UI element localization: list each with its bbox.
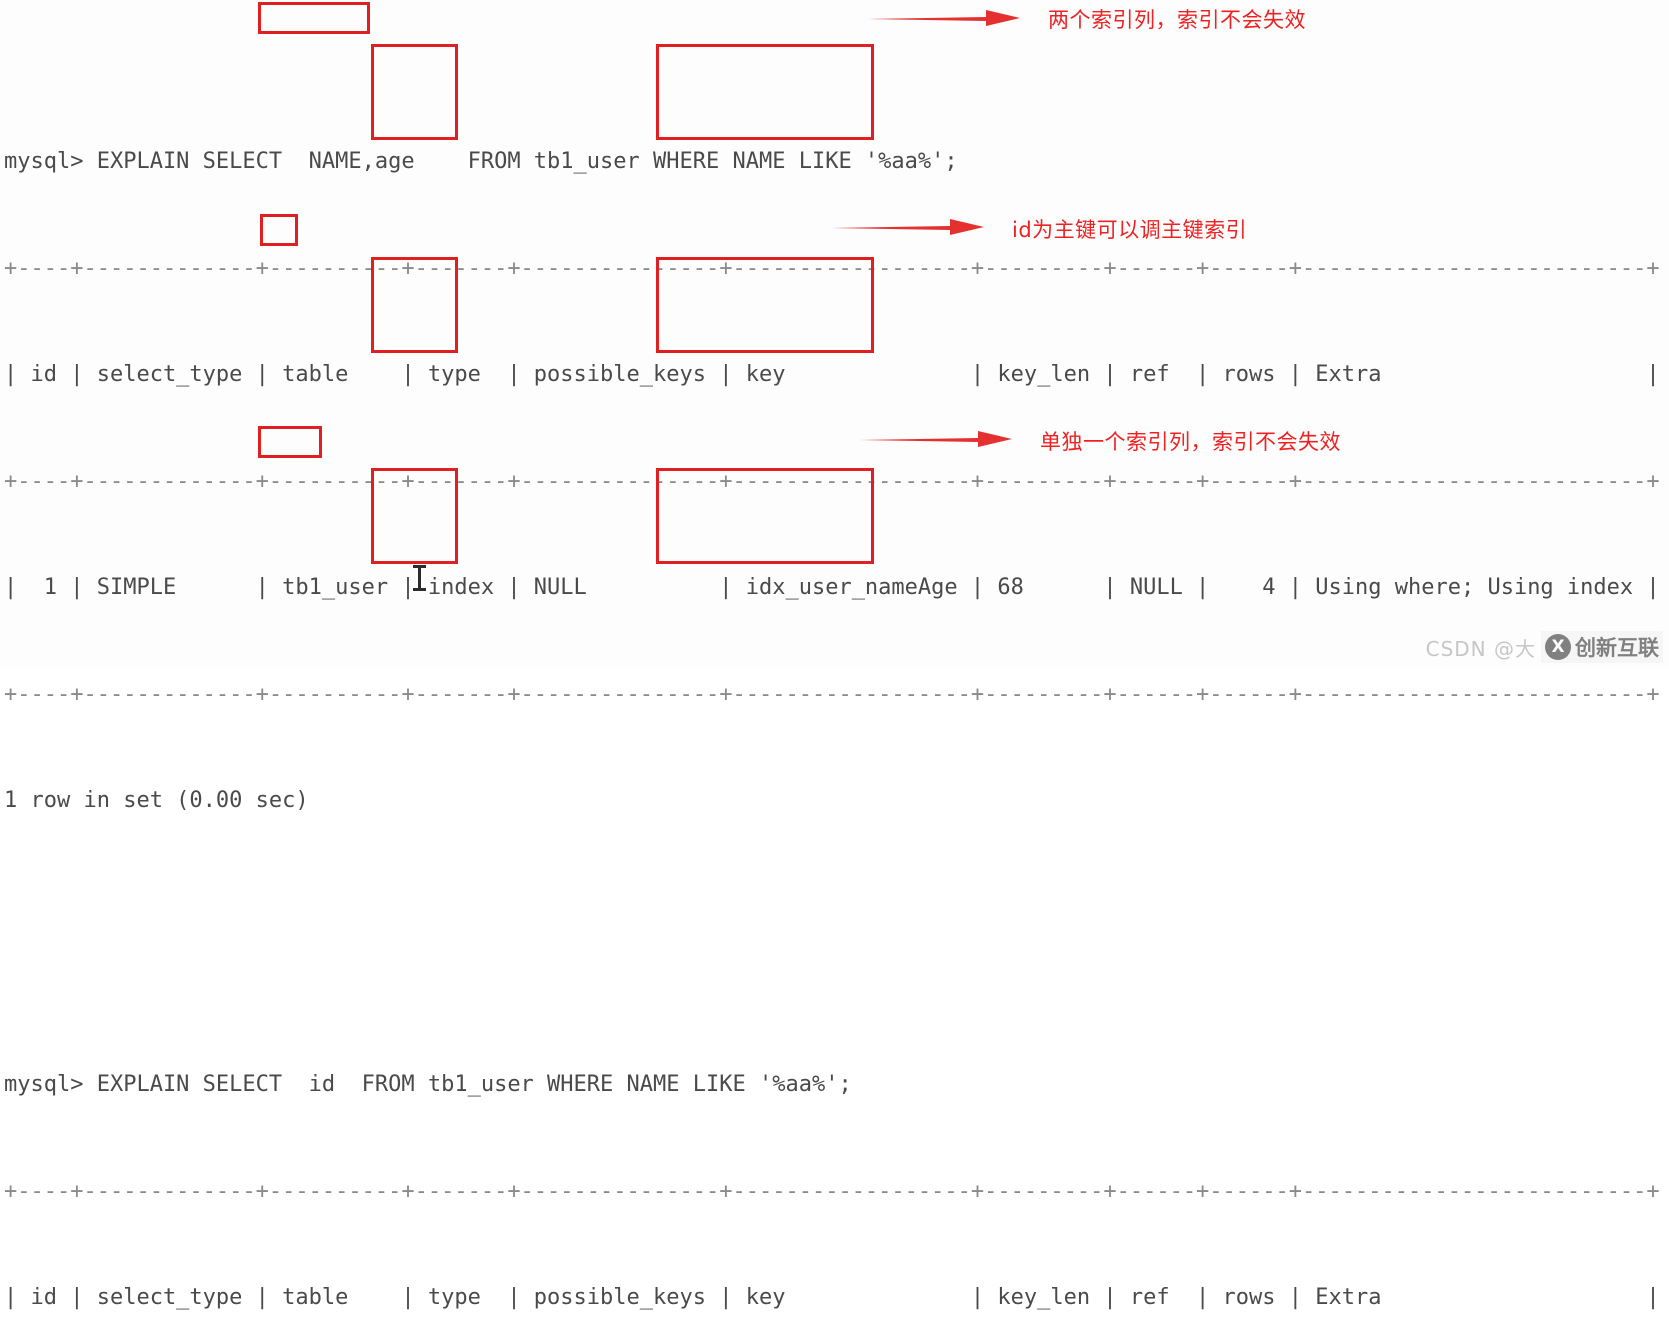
table-separator-bottom-1: +----+-------------+----------+-------+-…	[4, 681, 1660, 707]
table-separator-top-2: +----+-------------+----------+-------+-…	[4, 1178, 1660, 1204]
result-footer-1: 1 row in set (0.00 sec)	[4, 788, 309, 813]
terminal-output: mysql> EXPLAIN SELECT NAME,age FROM tb1_…	[4, 2, 1660, 1334]
table-separator-top-1: +----+-------------+----------+-------+-…	[4, 255, 1660, 281]
brand-watermark-text: 创新互联	[1575, 636, 1659, 660]
text-cursor	[413, 565, 426, 591]
table-separator-mid-1: +----+-------------+----------+-------+-…	[4, 468, 1660, 494]
brand-logo-icon: X	[1545, 634, 1571, 660]
watermark: CSDN @大 X 创新互联	[1426, 631, 1663, 663]
terminal-window: mysql> EXPLAIN SELECT NAME,age FROM tb1_…	[0, 0, 1669, 1310]
command-line-2: mysql> EXPLAIN SELECT id FROM tb1_user W…	[4, 1072, 852, 1097]
annotation-note-3: 单独一个索引列，索引不会失效	[1040, 430, 1341, 454]
table-row-1: | 1 | SIMPLE | tb1_user | index | NULL |…	[4, 575, 1660, 600]
csdn-watermark-text: CSDN @大	[1425, 636, 1536, 661]
annotation-note-2: id为主键可以调主键索引	[1012, 218, 1248, 242]
annotation-note-1: 两个索引列，索引不会失效	[1048, 8, 1306, 32]
command-line-1: mysql> EXPLAIN SELECT NAME,age FROM tb1_…	[4, 149, 958, 174]
table-header-2: | id | select_type | table | type | poss…	[4, 1285, 1660, 1310]
brand-watermark: X 创新互联	[1541, 631, 1663, 663]
table-header-1: | id | select_type | table | type | poss…	[4, 362, 1660, 387]
